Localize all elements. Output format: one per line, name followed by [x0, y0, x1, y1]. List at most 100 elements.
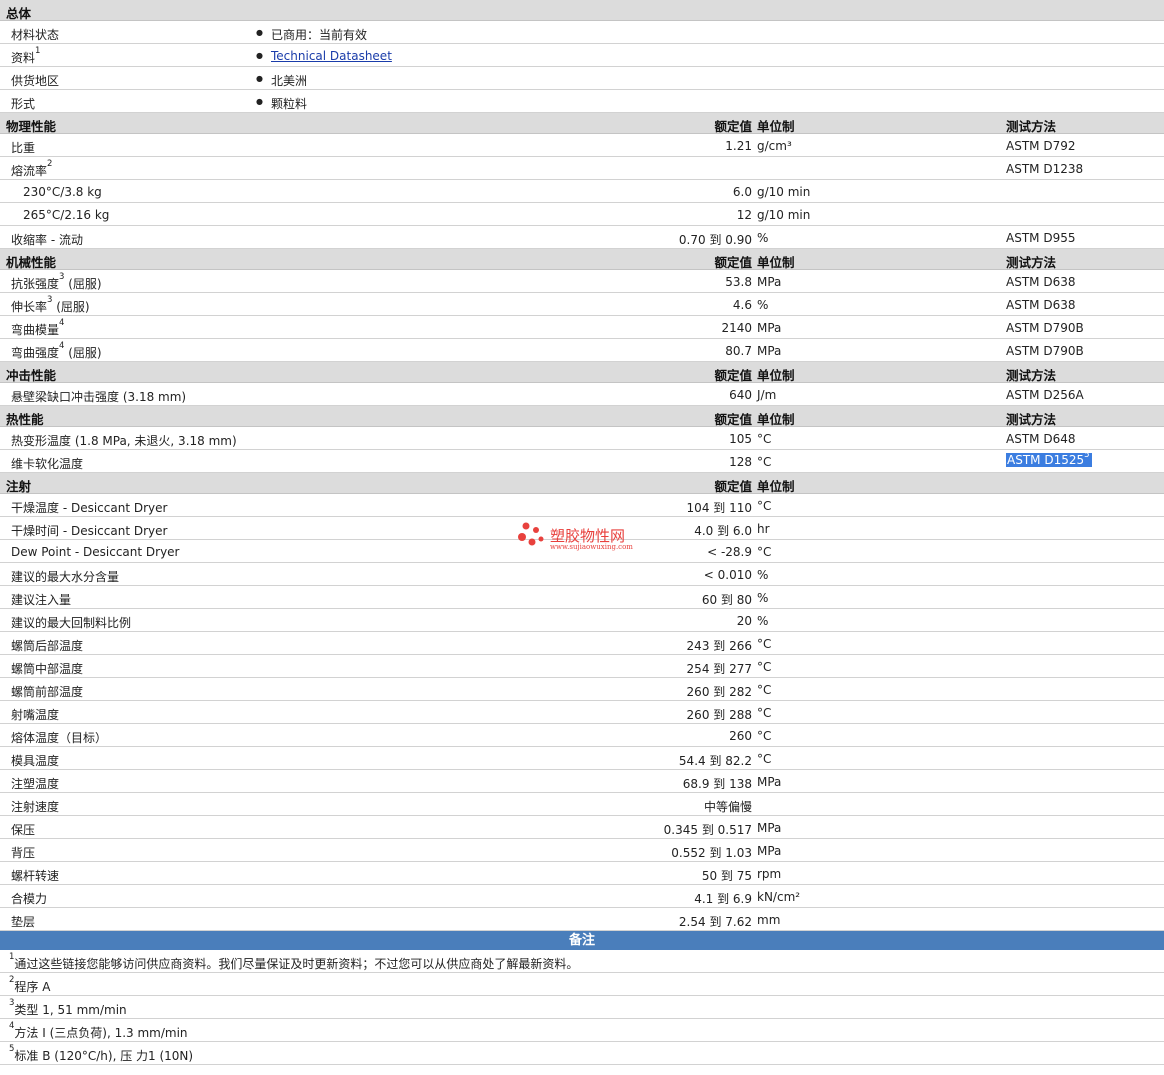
column-header-value: 额定值	[714, 368, 752, 383]
nominal-value: 12	[736, 208, 752, 222]
footnote-ref: 2	[47, 159, 53, 169]
property-name: 干燥时间 - Desiccant Dryer	[11, 522, 167, 539]
property-label: 收缩率 - 流动	[11, 233, 83, 247]
property-row: 干燥温度 - Desiccant Dryer 104 到 110 °C	[0, 494, 1164, 517]
property-row: 悬壁梁缺口冲击强度 (3.18 mm) 640 J/m ASTM D256A	[0, 383, 1164, 406]
property-row: 螺筒前部温度 260 到 282 °C	[0, 678, 1164, 701]
property-label: 维卡软化温度	[11, 457, 84, 471]
column-header-unit: 单位制	[757, 255, 795, 270]
property-label: 螺筒中部温度	[11, 662, 84, 676]
property-name: 注射速度	[11, 798, 59, 815]
unit: %	[757, 231, 769, 245]
property-label: 熔体温度（目标）	[11, 731, 108, 745]
nominal-value: 1.21	[725, 139, 752, 153]
property-label: 弯曲模量	[11, 323, 60, 337]
note-body: 方法 I (三点负荷), 1.3 mm/min	[14, 1026, 188, 1040]
unit: %	[757, 298, 769, 312]
property-name: 射嘴温度	[11, 706, 59, 723]
property-label: 干燥时间 - Desiccant Dryer	[11, 524, 168, 538]
property-name: 熔体温度（目标）	[11, 729, 107, 746]
nominal-value: 254 到 277	[686, 662, 752, 676]
footnote-ref: 4	[59, 318, 65, 328]
note-text: 3类型 1, 51 mm/min	[9, 998, 127, 1018]
unit: °C	[757, 545, 772, 559]
property-label: 模具温度	[11, 754, 60, 768]
unit: g/10 min	[757, 185, 811, 199]
section-title: 热性能	[6, 412, 44, 427]
unit: °C	[757, 706, 772, 720]
nominal-value: 2140	[721, 321, 752, 335]
note-body: 类型 1, 51 mm/min	[14, 1003, 127, 1017]
column-header-unit: 单位制	[757, 412, 795, 427]
unit: J/m	[757, 388, 777, 402]
property-value: 已商用：当前有效	[271, 28, 368, 42]
property-label: 弯曲强度	[11, 346, 60, 360]
property-name: 悬壁梁缺口冲击强度 (3.18 mm)	[11, 388, 186, 405]
column-header-unit: 单位制	[757, 368, 795, 383]
property-row: 230°C/3.8 kg 6.0 g/10 min	[0, 180, 1164, 203]
note-row: 2程序 A	[0, 973, 1164, 996]
unit: mm	[757, 913, 781, 927]
property-label: 资料	[11, 51, 36, 65]
footnote-ref: 3	[47, 295, 53, 305]
note-text: 2程序 A	[9, 975, 51, 995]
property-label: 螺杆转速	[11, 869, 60, 883]
unit: MPa	[757, 321, 782, 335]
nominal-value: 4.0 到 6.0	[694, 524, 752, 538]
note-text: 4方法 I (三点负荷), 1.3 mm/min	[9, 1021, 188, 1041]
note-text: 1通过这些链接您能够访问供应商资料。我们尽量保证及时更新资料；不过您可以从供应商…	[9, 952, 579, 972]
property-name: 收缩率 - 流动	[11, 231, 83, 248]
property-row: 注塑温度 68.9 到 138 MPa	[0, 770, 1164, 793]
property-label: 螺筒前部温度	[11, 685, 84, 699]
property-name: 熔流率2	[11, 159, 53, 179]
property-label: 悬壁梁缺口冲击强度 (3.18 mm)	[11, 390, 187, 404]
property-label: 建议的最大回制料比例	[11, 616, 132, 630]
test-method-label: ASTM D648	[1006, 432, 1076, 446]
property-qualifier: (屈服)	[64, 346, 102, 360]
property-qualifier: (屈服)	[64, 277, 102, 291]
note-text: 5标准 B (120°C/h), 压 力1 (10N)	[9, 1044, 193, 1064]
property-row: 比重 1.21 g/cm³ ASTM D792	[0, 134, 1164, 157]
property-name: 抗张强度3 (屈服)	[11, 272, 102, 292]
unit: rpm	[757, 867, 782, 881]
test-method-label: ASTM D790B	[1006, 321, 1084, 335]
property-name: 供货地区	[11, 72, 59, 89]
note-body: 程序 A	[14, 980, 51, 994]
column-header-value: 额定值	[714, 412, 752, 427]
property-row: 垫层 2.54 到 7.62 mm	[0, 908, 1164, 931]
test-method-label: ASTM D955	[1006, 231, 1076, 245]
note-body: 通过这些链接您能够访问供应商资料。我们尽量保证及时更新资料；不过您可以从供应商处…	[14, 957, 579, 971]
unit: %	[757, 568, 769, 582]
property-name: 比重	[11, 139, 35, 156]
nominal-value: 80.7	[725, 344, 752, 358]
datasheet-link[interactable]: Technical Datasheet	[271, 49, 392, 63]
property-label: 干燥温度 - Desiccant Dryer	[11, 501, 168, 515]
property-row: 弯曲模量4 2140 MPa ASTM D790B	[0, 316, 1164, 339]
property-label: 注射速度	[11, 800, 60, 814]
property-row: 背压 0.552 到 1.03 MPa	[0, 839, 1164, 862]
unit: hr	[757, 522, 770, 536]
property-name: 注塑温度	[11, 775, 59, 792]
unit: g/cm³	[757, 139, 792, 153]
unit: MPa	[757, 775, 782, 789]
nominal-value: 0.552 到 1.03	[671, 846, 752, 860]
nominal-value: 4.6	[732, 298, 752, 312]
general-row: 材料状态 ● 已商用：当前有效	[0, 21, 1164, 44]
section-header: 注射 额定值 单位制	[0, 473, 1164, 494]
unit: °C	[757, 660, 772, 674]
footnote-number: 3	[9, 998, 15, 1008]
nominal-value: < 0.010	[703, 568, 752, 582]
property-name: 伸长率3 (屈服)	[11, 295, 90, 315]
nominal-value: 104 到 110	[686, 501, 752, 515]
property-row: 螺筒后部温度 243 到 266 °C	[0, 632, 1164, 655]
section-header-general: 总体	[0, 0, 1164, 21]
property-label: 比重	[11, 141, 36, 155]
test-method-label: ASTM D790B	[1006, 344, 1084, 358]
property-label: 265°C/2.16 kg	[23, 208, 110, 222]
nominal-value: 50 到 75	[701, 869, 752, 883]
unit: kN/cm²	[757, 890, 801, 904]
bullet-icon: ●	[256, 74, 263, 83]
property-row: 射嘴温度 260 到 288 °C	[0, 701, 1164, 724]
unit: °C	[757, 683, 772, 697]
property-label: 伸长率	[11, 300, 48, 314]
